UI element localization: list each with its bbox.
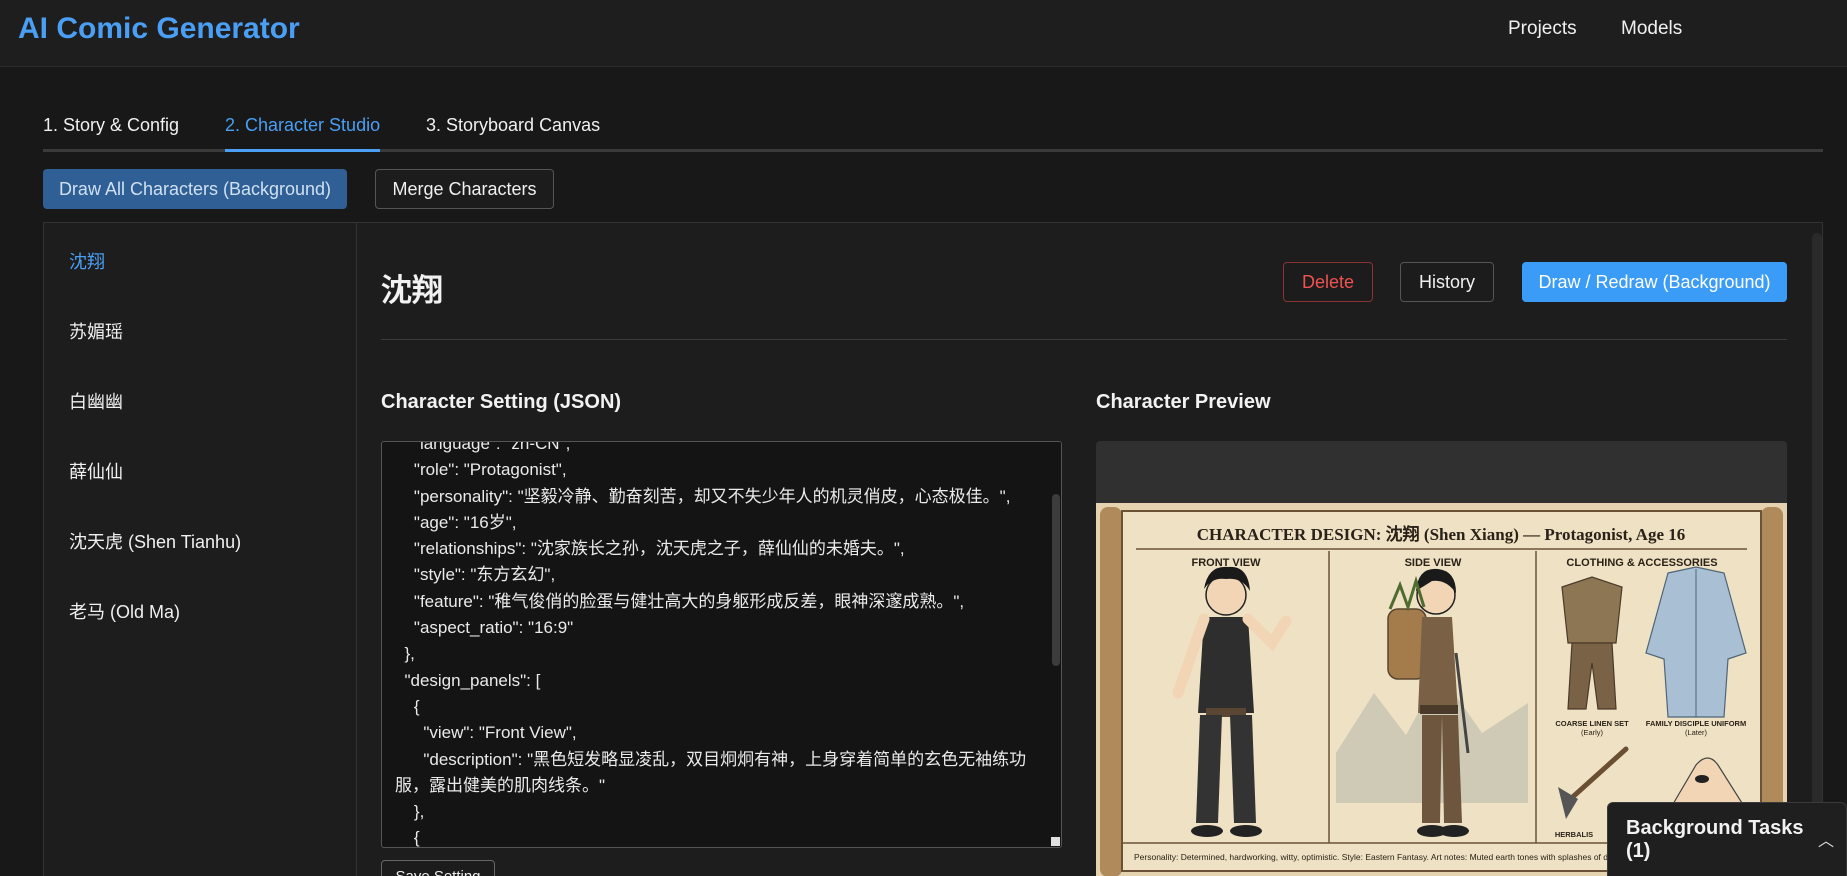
character-list-item[interactable]: 苏媚瑶 (69, 318, 123, 344)
page-scrollbar[interactable] (1812, 233, 1822, 876)
header-divider (381, 339, 1787, 340)
save-setting-button[interactable]: Save Setting (381, 860, 495, 876)
chevron-up-icon[interactable]: ︿ (1818, 827, 1834, 851)
editor-scrollbar[interactable] (1049, 442, 1061, 847)
item-linen-set-sub: (Early) (1581, 728, 1604, 737)
character-setting-editor[interactable]: "language": "zh-CN", "role": "Protagonis… (381, 441, 1062, 848)
character-list-item[interactable]: 沈翔 (69, 248, 105, 274)
step-tabs: 1. Story & Config 2. Character Studio 3.… (43, 110, 1823, 152)
tab-character-studio[interactable]: 2. Character Studio (225, 115, 381, 152)
draw-redraw-button[interactable]: Draw / Redraw (Background) (1522, 262, 1787, 302)
item-herbalist-label: HERBALIS (1555, 830, 1593, 839)
tab-story-config[interactable]: 1. Story & Config (43, 115, 179, 149)
item-uniform-label: FAMILY DISCIPLE UNIFORM (1646, 719, 1746, 728)
background-tasks-panel[interactable]: Background Tasks (1) ︿ (1607, 802, 1847, 876)
tab-storyboard-canvas[interactable]: 3. Storyboard Canvas (426, 115, 600, 149)
character-list: 沈翔 苏媚瑶 白幽幽 薛仙仙 沈天虎 (Shen Tianhu) 老马 (Old… (44, 223, 357, 876)
character-list-item[interactable]: 白幽幽 (69, 388, 123, 414)
side-view-label: SIDE VIEW (1405, 557, 1462, 569)
nav-models-link[interactable]: Models (1621, 18, 1682, 40)
character-setting-json-text[interactable]: "language": "zh-CN", "role": "Protagonis… (395, 442, 1043, 847)
delete-button[interactable]: Delete (1283, 262, 1373, 302)
character-name-title: 沈翔 (381, 273, 443, 308)
character-list-item[interactable]: 老马 (Old Ma) (69, 598, 180, 624)
character-list-item[interactable]: 沈天虎 (Shen Tianhu) (69, 528, 241, 554)
character-setting-title: Character Setting (JSON) (381, 391, 622, 413)
editor-resize-handle[interactable] (1051, 837, 1060, 846)
nav-projects-link[interactable]: Projects (1508, 18, 1577, 40)
top-bar: AI Comic Generator Projects Models (0, 0, 1847, 67)
history-button[interactable]: History (1400, 262, 1494, 302)
item-linen-set-label: COARSE LINEN SET (1555, 719, 1629, 728)
design-heading: CHARACTER DESIGN: 沈翔 (Shen Xiang) — Prot… (1197, 524, 1685, 544)
character-preview-title: Character Preview (1096, 391, 1271, 413)
draw-all-characters-button[interactable]: Draw All Characters (Background) (43, 169, 347, 209)
app-title: AI Comic Generator (18, 12, 300, 45)
design-caption: Personality: Determined, hardworking, wi… (1134, 852, 1657, 862)
scroll-rod-left (1100, 507, 1122, 876)
merge-characters-button[interactable]: Merge Characters (375, 169, 554, 209)
item-uniform-sub: (Later) (1685, 728, 1708, 737)
editor-scrollbar-thumb[interactable] (1052, 494, 1060, 666)
background-tasks-label: Background Tasks (1) (1626, 817, 1804, 862)
character-list-item[interactable]: 薛仙仙 (69, 458, 123, 484)
